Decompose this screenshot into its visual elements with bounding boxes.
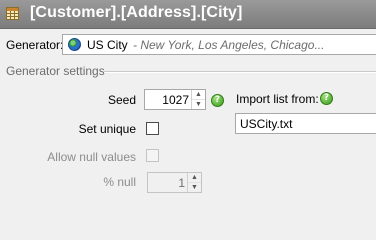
seed-help-icon[interactable]: ? bbox=[211, 94, 224, 107]
title-bar: [Customer].[Address].[City] bbox=[0, 0, 376, 29]
table-icon bbox=[6, 7, 19, 20]
percent-null-stepper[interactable]: 1 ▲ ▼ bbox=[147, 172, 202, 193]
seed-decrement-button[interactable]: ▼ bbox=[192, 99, 205, 109]
allow-null-label: Allow null values bbox=[47, 150, 136, 164]
section-divider bbox=[104, 71, 376, 73]
generator-label: Generator: bbox=[6, 38, 64, 52]
import-list-value: USCity.txt bbox=[240, 117, 293, 131]
percent-null-value: 1 bbox=[178, 176, 185, 190]
seed-value: 1027 bbox=[162, 93, 189, 107]
window-title: [Customer].[Address].[City] bbox=[30, 4, 243, 21]
seed-label: Seed bbox=[107, 93, 136, 107]
generator-examples: - New York, Los Angeles, Chicago... bbox=[133, 38, 325, 52]
percent-null-increment-button[interactable]: ▲ bbox=[188, 173, 201, 182]
import-list-field[interactable]: USCity.txt bbox=[235, 113, 376, 134]
set-unique-checkbox[interactable] bbox=[146, 122, 159, 135]
generator-value: US City - New York, Los Angeles, Chicago… bbox=[87, 38, 325, 52]
import-list-label: Import list from: bbox=[236, 92, 319, 106]
percent-null-label: % null bbox=[103, 175, 136, 189]
generator-settings-header: Generator settings bbox=[6, 64, 105, 78]
globe-icon bbox=[68, 38, 81, 51]
seed-stepper[interactable]: 1027 ▲ ▼ bbox=[144, 89, 206, 110]
set-unique-label: Set unique bbox=[78, 122, 136, 136]
import-help-icon[interactable]: ? bbox=[320, 92, 333, 105]
allow-null-checkbox[interactable] bbox=[146, 149, 159, 162]
seed-increment-button[interactable]: ▲ bbox=[192, 90, 205, 99]
percent-null-decrement-button[interactable]: ▼ bbox=[188, 182, 201, 192]
generator-select[interactable]: US City - New York, Los Angeles, Chicago… bbox=[62, 34, 376, 55]
